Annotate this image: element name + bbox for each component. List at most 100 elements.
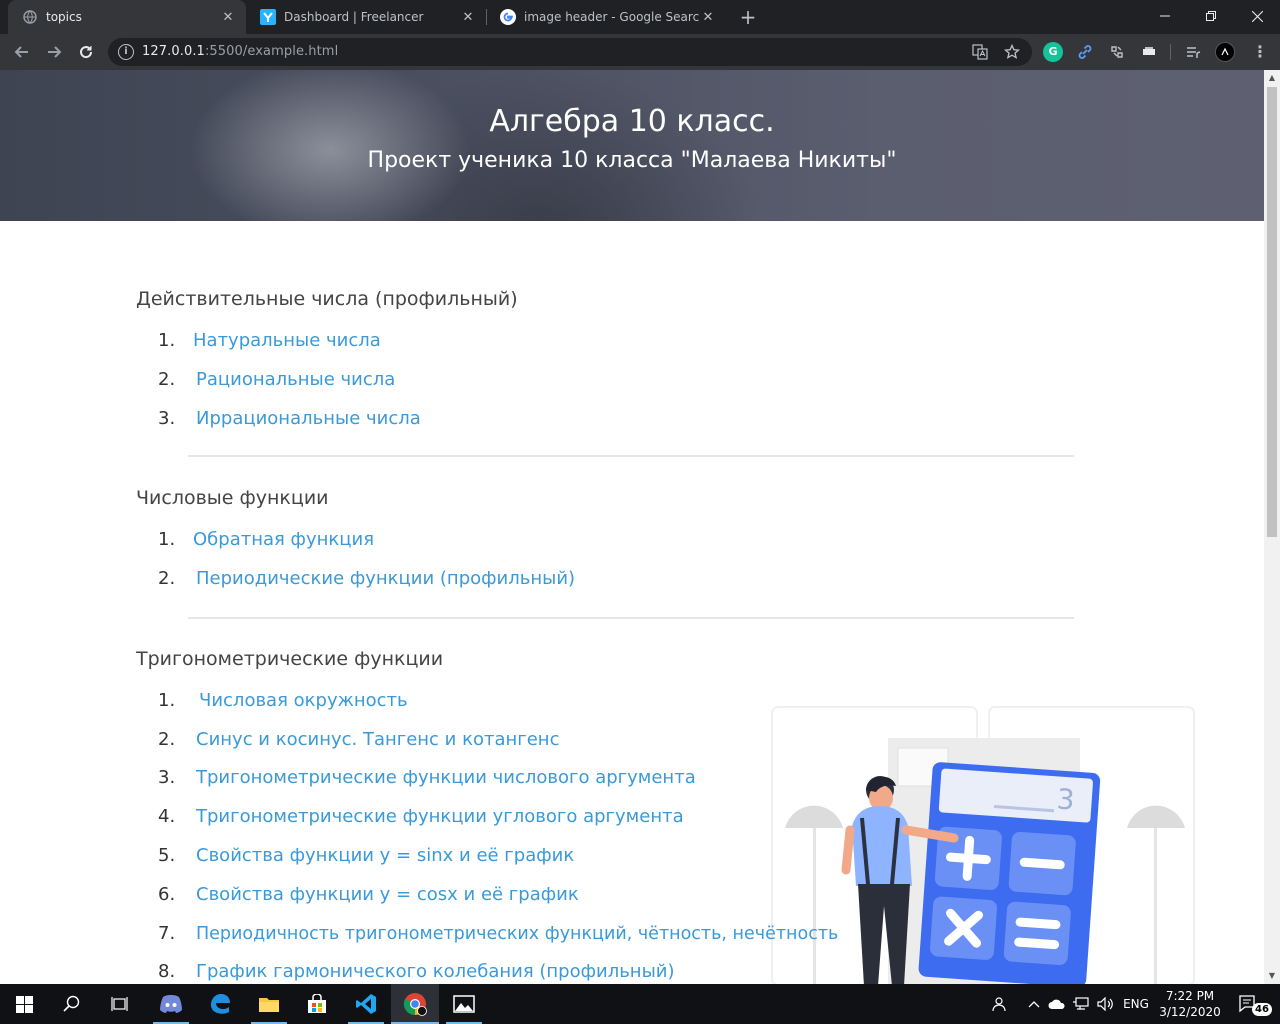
browser-tab-strip: topics ✕ Dashboard | Freelancer ✕ image … <box>0 0 1280 34</box>
network-icon[interactable] <box>1070 984 1092 1024</box>
extension-icon[interactable] <box>1107 42 1127 62</box>
list-item: 5. Свойства функции y = sinx и её график <box>158 845 574 866</box>
item-number: 1. <box>158 330 176 351</box>
input-language-indicator[interactable]: ENG <box>1120 984 1152 1024</box>
browser-toolbar: i 127.0.0.1:5500/example.html G ⋮ <box>0 34 1280 70</box>
section-divider <box>188 617 1074 619</box>
item-number: 1. <box>158 690 176 711</box>
action-center-icon[interactable]: 46 <box>1232 984 1272 1024</box>
list-item: 8. График гармонического колебания (профи… <box>158 961 675 982</box>
close-window-button[interactable] <box>1234 0 1280 32</box>
toolbar-divider <box>1170 44 1171 60</box>
tab-topics[interactable]: topics ✕ <box>8 0 246 34</box>
section-title-trig-functions: Тригонометрические функции <box>136 648 444 670</box>
globe-icon <box>22 9 38 25</box>
list-item: 1. Натуральные числа <box>158 330 381 351</box>
forward-button[interactable] <box>42 40 66 64</box>
tab-title: topics <box>46 10 82 24</box>
edge-taskbar-icon[interactable] <box>196 984 244 1024</box>
bookmark-star-icon[interactable] <box>1003 43 1021 60</box>
people-icon[interactable] <box>986 984 1010 1024</box>
scroll-up-arrow-icon[interactable]: ▲ <box>1264 70 1280 86</box>
item-number: 2. <box>158 729 176 750</box>
topic-link[interactable]: Иррациональные числа <box>196 408 421 429</box>
item-number: 2. <box>158 369 176 390</box>
page-scrollbar[interactable]: ▲ ▼ <box>1264 70 1280 984</box>
list-item: 2. Периодические функции (профильный) <box>158 568 575 589</box>
google-logo-icon <box>500 9 516 25</box>
freelancer-logo-icon <box>260 9 276 25</box>
grammarly-extension-icon[interactable]: G <box>1043 42 1063 62</box>
search-icon[interactable] <box>48 984 96 1024</box>
discord-taskbar-icon[interactable] <box>147 984 195 1024</box>
translate-icon[interactable] <box>972 44 988 60</box>
onedrive-cloud-icon[interactable] <box>1046 984 1068 1024</box>
hero-header: Алгебра 10 класс. Проект ученика 10 клас… <box>0 70 1264 221</box>
item-number: 6. <box>158 884 176 905</box>
list-item: 7. Периодичность тригонометрических функц… <box>158 923 838 944</box>
back-button[interactable] <box>10 40 34 64</box>
url-text[interactable]: 127.0.0.1:5500/example.html <box>142 44 338 59</box>
topic-link[interactable]: Обратная функция <box>193 529 374 550</box>
scrollbar-thumb[interactable] <box>1267 87 1277 537</box>
tab-title: image header - Google Search <box>524 10 700 24</box>
topic-link[interactable]: Периодичность тригонометрических функций… <box>196 924 838 944</box>
minimize-button[interactable] <box>1142 0 1188 32</box>
volume-icon[interactable] <box>1094 984 1118 1024</box>
tab-close-icon[interactable]: ✕ <box>700 10 716 25</box>
list-item: 2. Рациональные числа <box>158 369 395 390</box>
profile-avatar[interactable] <box>1215 42 1235 62</box>
topic-link[interactable]: Числовая окружность <box>199 690 408 711</box>
topic-link[interactable]: Синус и косинус. Тангенс и котангенс <box>196 729 559 750</box>
store-taskbar-icon[interactable] <box>293 984 341 1024</box>
topic-link[interactable]: Свойства функции y = cosx и её график <box>196 884 579 905</box>
list-item: 3. Тригонометрические функции числового а… <box>158 767 696 788</box>
reload-button[interactable] <box>74 40 98 64</box>
list-item: 4. Тригонометрические функции углового ар… <box>158 806 684 827</box>
start-button[interactable] <box>0 984 48 1024</box>
browser-menu-icon[interactable]: ⋮ <box>1250 42 1270 62</box>
link-extension-icon[interactable] <box>1075 42 1095 62</box>
topic-link[interactable]: Свойства функции y = sinx и её график <box>196 845 574 866</box>
list-item: 2. Синус и косинус. Тангенс и котангенс <box>158 729 559 750</box>
url-host: 127.0.0.1 <box>142 44 205 59</box>
site-info-icon[interactable]: i <box>118 44 134 60</box>
cast-extension-icon[interactable] <box>1139 42 1159 62</box>
scroll-down-arrow-icon[interactable]: ▼ <box>1264 968 1280 984</box>
item-number: 5. <box>158 845 176 866</box>
item-number: 2. <box>158 568 176 589</box>
item-number: 8. <box>158 961 176 982</box>
address-bar[interactable]: i 127.0.0.1:5500/example.html <box>108 38 1032 66</box>
tab-freelancer[interactable]: Dashboard | Freelancer ✕ <box>246 0 486 34</box>
tray-overflow-chevron-icon[interactable] <box>1024 984 1044 1024</box>
page-title: Алгебра 10 класс. <box>489 104 775 139</box>
media-queue-icon[interactable] <box>1183 42 1203 62</box>
clock-time: 7:22 PM <box>1165 989 1215 1003</box>
item-number: 7. <box>158 923 176 944</box>
file-explorer-taskbar-icon[interactable] <box>245 984 293 1024</box>
tab-close-icon[interactable]: ✕ <box>460 10 476 25</box>
photos-taskbar-icon[interactable] <box>440 984 488 1024</box>
task-view-icon[interactable] <box>96 984 144 1024</box>
topic-link[interactable]: График гармонического колебания (профиль… <box>196 961 675 982</box>
item-number: 3. <box>158 767 176 788</box>
tab-close-icon[interactable]: ✕ <box>220 10 236 25</box>
notification-count-badge: 46 <box>1252 1003 1272 1016</box>
section-title-numeric-functions: Числовые функции <box>136 487 329 509</box>
vscode-taskbar-icon[interactable] <box>342 984 390 1024</box>
tab-google-search[interactable]: image header - Google Search ✕ <box>486 0 726 34</box>
chrome-taskbar-icon[interactable] <box>391 984 439 1024</box>
list-item: 3. Иррациональные числа <box>158 408 421 429</box>
topic-link[interactable]: Натуральные числа <box>193 330 381 351</box>
topic-link[interactable]: Тригонометрические функции числового арг… <box>196 767 696 788</box>
restore-button[interactable] <box>1188 0 1234 32</box>
list-item: 1. Числовая окружность <box>158 690 408 711</box>
topic-link[interactable]: Тригонометрические функции углового аргу… <box>196 806 684 827</box>
new-tab-button[interactable]: + <box>737 6 759 28</box>
item-number: 1. <box>158 529 176 550</box>
topic-link[interactable]: Рациональные числа <box>196 369 395 390</box>
item-number: 4. <box>158 806 176 827</box>
taskbar-clock[interactable]: 7:22 PM 3/12/2020 <box>1152 988 1228 1020</box>
section-divider <box>188 455 1074 457</box>
topic-link[interactable]: Периодические функции (профильный) <box>196 568 575 589</box>
